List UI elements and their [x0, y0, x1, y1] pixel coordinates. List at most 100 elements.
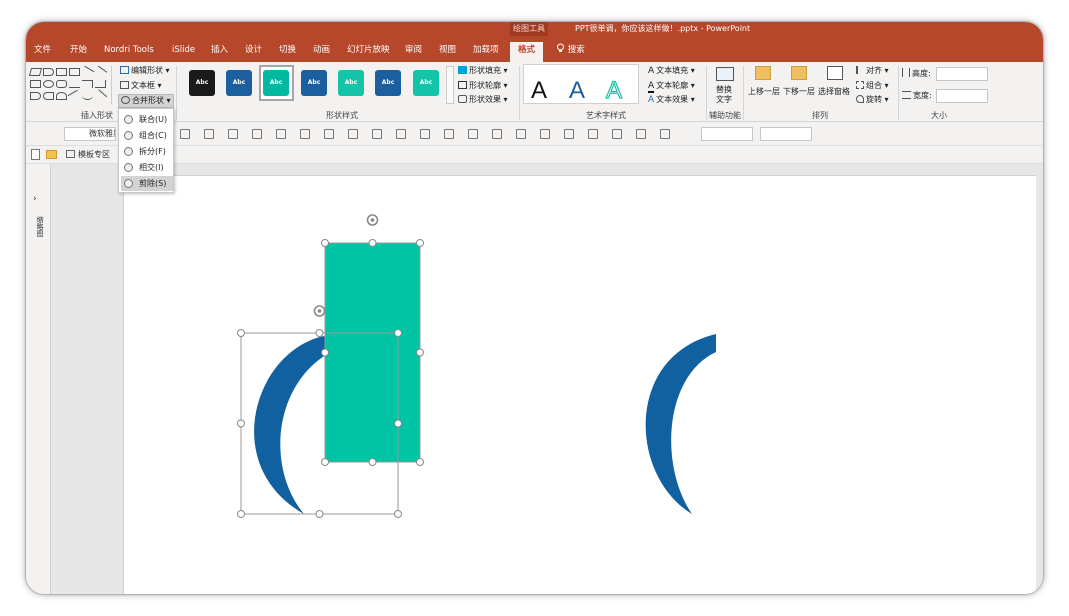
- wordart-style-black[interactable]: A: [531, 77, 547, 105]
- crop-icon[interactable]: [228, 129, 238, 139]
- menu-item-fragment[interactable]: 拆分(F): [121, 144, 173, 159]
- gradient-icon[interactable]: [276, 129, 286, 139]
- textbox-shape-icon[interactable]: [56, 68, 67, 76]
- tab-slideshow[interactable]: 幻灯片放映: [347, 42, 390, 62]
- curve-icon[interactable]: [67, 89, 82, 103]
- curved-shape-icon[interactable]: [56, 92, 67, 100]
- align-button[interactable]: 对齐 ▾: [856, 65, 889, 77]
- text-box-button[interactable]: 文本框 ▾: [120, 80, 162, 92]
- tab-design[interactable]: 设计: [245, 42, 262, 62]
- rounded-rect-icon[interactable]: [56, 80, 67, 88]
- lock-icon[interactable]: [588, 129, 598, 139]
- tool-input-2[interactable]: [760, 127, 812, 141]
- shape-icon[interactable]: [444, 129, 454, 139]
- shape-style-thumb[interactable]: Abc: [338, 70, 364, 96]
- expand-chevron-icon[interactable]: ›: [33, 194, 37, 204]
- combine-icon: [124, 131, 133, 140]
- brush-icon[interactable]: [396, 129, 406, 139]
- slide[interactable]: [123, 175, 1036, 594]
- line-icon[interactable]: [80, 65, 95, 79]
- parallelogram-icon[interactable]: [28, 68, 43, 76]
- align-icon[interactable]: [516, 129, 526, 139]
- rectangle-shape-selected[interactable]: [325, 243, 420, 462]
- font-color-icon[interactable]: [348, 129, 358, 139]
- vertical-text-icon[interactable]: [69, 68, 80, 76]
- rectangle-rotate-handle[interactable]: [366, 214, 379, 226]
- group-button[interactable]: 组合 ▾: [856, 80, 889, 92]
- menu-item-combine[interactable]: 组合(C): [121, 128, 173, 143]
- tab-nordri-tools[interactable]: Nordri Tools: [104, 42, 154, 62]
- shape-style-thumb[interactable]: Abc: [301, 70, 327, 96]
- spacing-icon[interactable]: [564, 129, 574, 139]
- font-name-box[interactable]: 微软雅黑: [64, 127, 116, 141]
- tab-insert[interactable]: 插入: [211, 42, 228, 62]
- folder-icon[interactable]: [46, 150, 57, 159]
- tab-islide[interactable]: iSlide: [172, 42, 195, 62]
- rotate-button[interactable]: 旋转 ▾: [856, 94, 889, 106]
- eyedropper-icon[interactable]: [204, 129, 214, 139]
- right-arrow-icon[interactable]: [30, 92, 41, 100]
- shape-style-thumb[interactable]: Abc: [263, 70, 289, 96]
- oval-icon[interactable]: [43, 80, 54, 88]
- template-zone-button[interactable]: 模板专区: [66, 146, 110, 164]
- shape-style-thumb[interactable]: Abc: [189, 70, 215, 96]
- menu-item-intersect[interactable]: 相交(I): [121, 160, 173, 175]
- crescent-shape-result[interactable]: [645, 334, 716, 514]
- text-outline-button[interactable]: A 文本轮廓 ▾: [648, 80, 695, 93]
- tab-animations[interactable]: 动画: [313, 42, 330, 62]
- text-effects-button[interactable]: A 文本效果 ▾: [648, 94, 695, 106]
- tab-home[interactable]: 开始: [70, 42, 87, 62]
- bold-a-icon[interactable]: [180, 129, 190, 139]
- wordart-style-blue[interactable]: A: [569, 77, 585, 105]
- tab-file[interactable]: 文件: [34, 42, 51, 62]
- delete-icon[interactable]: [612, 129, 622, 139]
- circle-icon[interactable]: [300, 129, 310, 139]
- shape-style-thumb[interactable]: Abc: [413, 70, 439, 96]
- chevron-icon[interactable]: [43, 68, 54, 76]
- table-icon[interactable]: [636, 129, 646, 139]
- shape-outline-button[interactable]: 形状轮廓 ▾: [458, 80, 508, 92]
- copy-icon[interactable]: [492, 129, 502, 139]
- width-input[interactable]: [936, 89, 988, 103]
- rectangle-icon[interactable]: [30, 80, 41, 88]
- merge-shapes-button[interactable]: 合并形状 ▾: [118, 94, 174, 108]
- bars-icon[interactable]: [660, 129, 670, 139]
- wordart-style-outline[interactable]: A: [605, 76, 622, 105]
- freeform-icon[interactable]: [93, 89, 108, 103]
- left-arrow-icon[interactable]: [43, 92, 54, 100]
- line-color-icon[interactable]: [372, 129, 382, 139]
- shape-style-thumb[interactable]: Abc: [375, 70, 401, 96]
- shape-style-thumb[interactable]: Abc: [226, 70, 252, 96]
- arc-icon[interactable]: [82, 92, 93, 100]
- wordart-gallery[interactable]: A A A: [523, 64, 639, 105]
- edit-shape-button[interactable]: 编辑形状 ▾: [120, 65, 170, 77]
- fill-icon[interactable]: [324, 129, 334, 139]
- chart-icon[interactable]: [420, 129, 430, 139]
- crescent-rotate-handle[interactable]: [313, 305, 326, 317]
- layers-icon[interactable]: [540, 129, 550, 139]
- menu-item-subtract[interactable]: 剪除(S): [121, 176, 173, 191]
- tool-input-1[interactable]: [701, 127, 753, 141]
- triangle-icon[interactable]: [69, 80, 80, 88]
- new-file-icon[interactable]: [31, 149, 40, 160]
- elbow-arrow-icon[interactable]: [95, 80, 106, 88]
- rotate-icon: [856, 95, 864, 103]
- shape-effects-button[interactable]: 形状效果 ▾: [458, 94, 508, 106]
- menu-item-union[interactable]: 联合(U): [121, 112, 173, 127]
- tab-format[interactable]: 格式: [510, 42, 544, 62]
- text-fill-button[interactable]: A 文本填充 ▾: [648, 65, 695, 77]
- tab-review[interactable]: 审阅: [405, 42, 422, 62]
- search-box[interactable]: 搜索: [556, 42, 585, 58]
- tab-addins[interactable]: 加载项: [473, 42, 499, 62]
- elbow-connector-icon[interactable]: [82, 80, 93, 88]
- thumbnail-pane-collapsed[interactable]: › 缩略图: [26, 164, 51, 594]
- shapes-gallery-scroll[interactable]: [111, 66, 117, 104]
- tab-view[interactable]: 视图: [439, 42, 456, 62]
- height-input[interactable]: [936, 67, 988, 81]
- arrow-line-icon[interactable]: [93, 65, 108, 79]
- swap-icon[interactable]: [468, 129, 478, 139]
- tab-transitions[interactable]: 切换: [279, 42, 296, 62]
- image-icon[interactable]: [252, 129, 262, 139]
- style-gallery-scroll[interactable]: [446, 66, 454, 104]
- shape-fill-button[interactable]: 形状填充 ▾: [458, 65, 508, 77]
